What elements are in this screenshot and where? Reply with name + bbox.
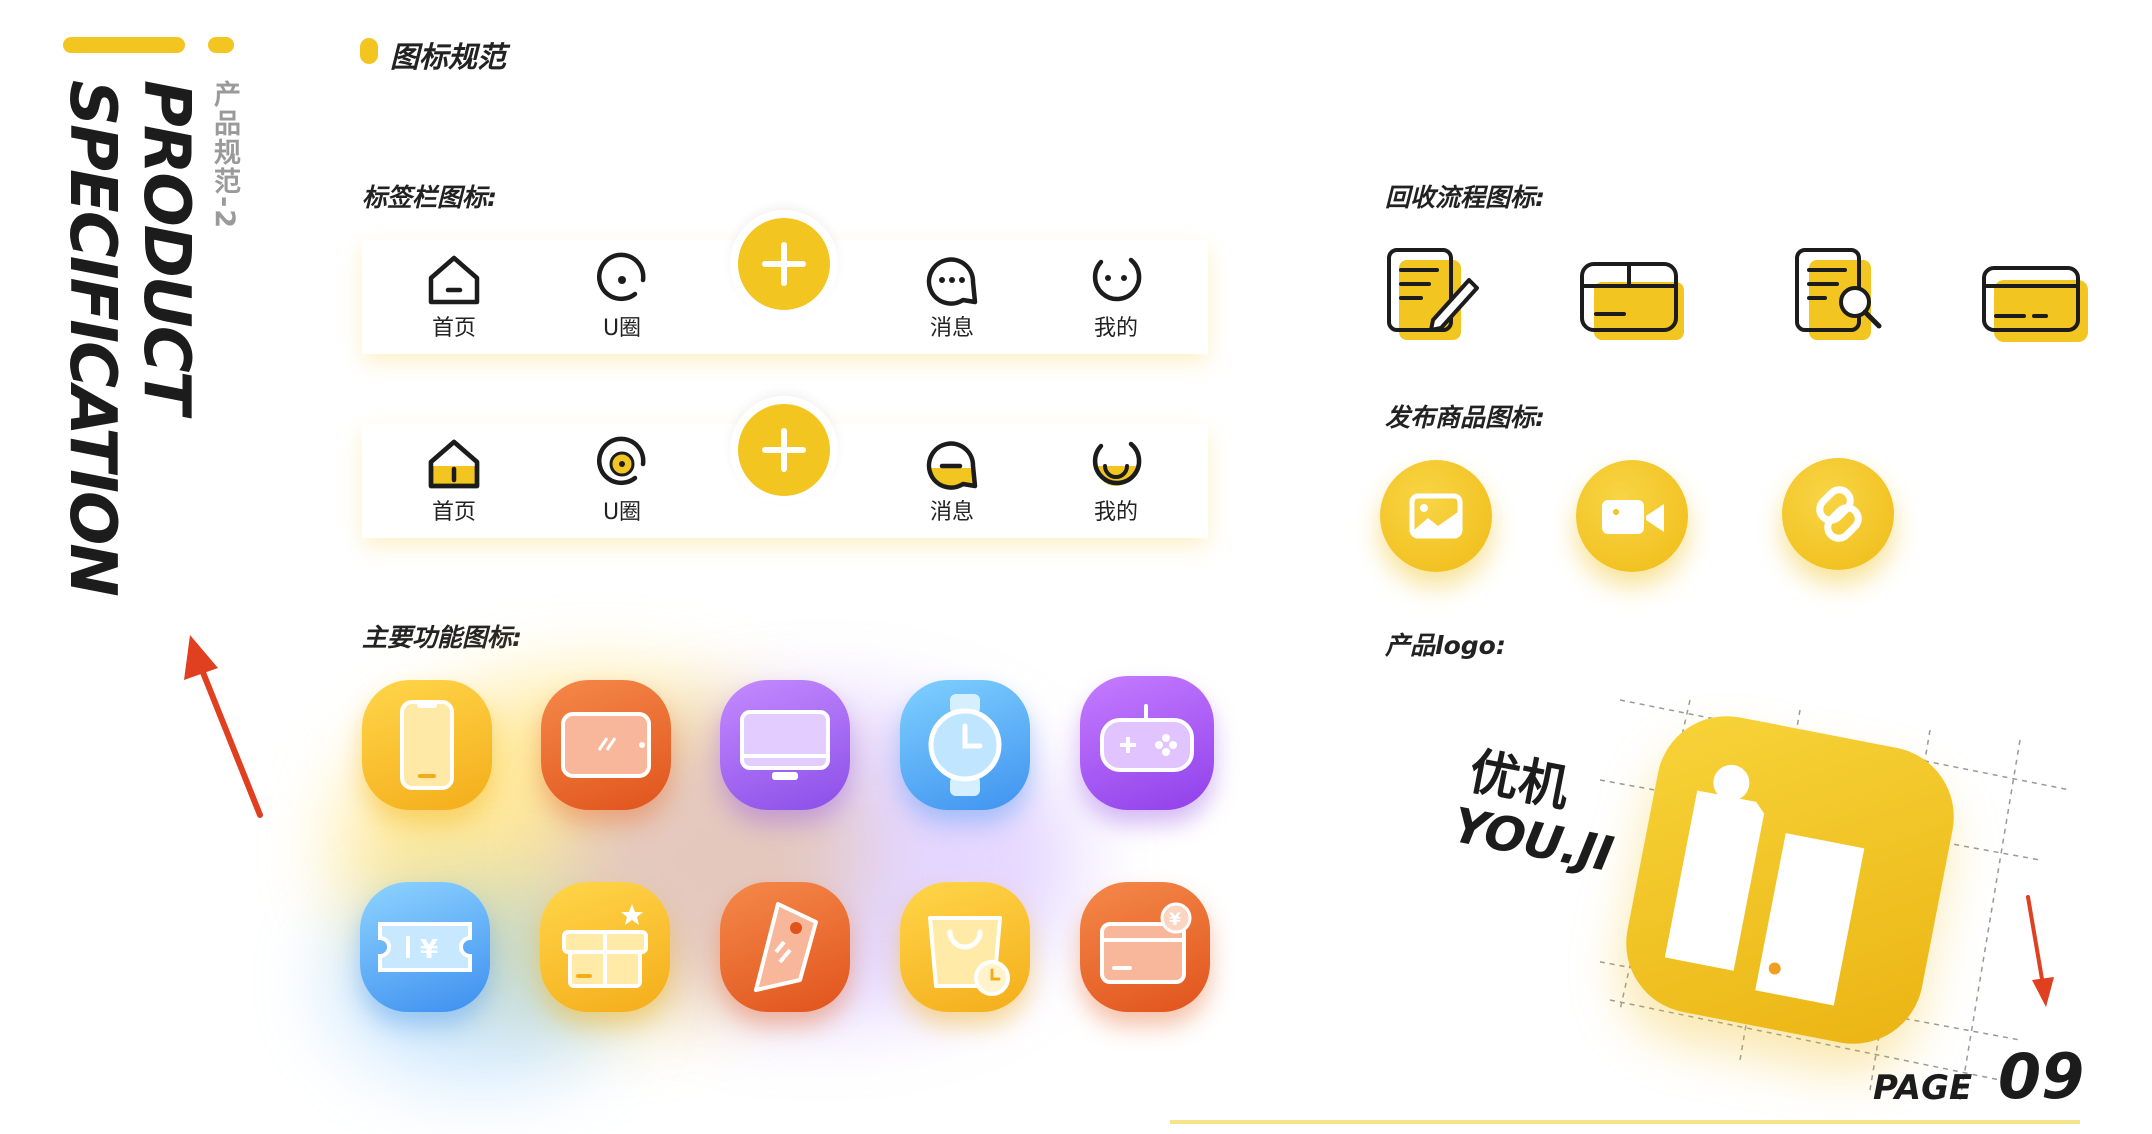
svg-text:¥: ¥ [420, 935, 438, 965]
video-icon [1602, 500, 1664, 534]
section-title-logo: 产品logo: [1385, 631, 1506, 660]
svg-text:¥: ¥ [1169, 910, 1181, 930]
phone-icon [400, 700, 454, 790]
u-circle-filled-icon [596, 436, 646, 486]
tab-home-active[interactable]: 首页 [394, 436, 514, 526]
tab-label-u-circle: U圈 [602, 316, 642, 341]
tab-profile[interactable]: 我的 [1056, 252, 1176, 342]
heading-dot [360, 38, 378, 64]
link-icon [1816, 486, 1862, 542]
accent-bar [63, 37, 185, 53]
gift-box-app-icon[interactable] [540, 882, 670, 1012]
image-icon [1409, 493, 1463, 539]
tablet-app-icon[interactable] [541, 680, 671, 810]
message-icon [926, 257, 978, 306]
section-title-main: 主要功能图标: [362, 623, 522, 652]
home-filled-icon [428, 439, 480, 489]
tab-u-circle[interactable]: U圈 [562, 252, 682, 342]
video-upload-button[interactable] [1576, 460, 1688, 572]
watch-app-icon[interactable] [900, 680, 1030, 810]
tab-label-profile: 我的 [1093, 316, 1138, 341]
tab-label-home-active: 首页 [431, 500, 476, 525]
home-icon [428, 255, 480, 305]
add-icon[interactable] [730, 396, 838, 504]
tag-app-icon[interactable] [720, 882, 850, 1012]
gamepad-icon [1100, 704, 1194, 772]
shopping-bag-app-icon[interactable] [900, 882, 1030, 1012]
annotation-arrow-up [184, 635, 263, 818]
section-title-recycle: 回收流程图标: [1385, 183, 1545, 212]
shopping-bag-icon [928, 916, 1010, 996]
tab-message-active[interactable]: 消息 [892, 436, 1012, 526]
wallet-app-icon[interactable]: ¥ [1080, 882, 1210, 1012]
message-filled-icon [926, 441, 978, 490]
edit-document-icon[interactable] [1385, 246, 1481, 346]
tab-label-home: 首页 [431, 316, 476, 341]
section-title-publish: 发布商品图标: [1385, 403, 1545, 432]
section-title-tabbar: 标签栏图标: [362, 183, 497, 212]
tab-label-message: 消息 [929, 316, 974, 341]
gamepad-app-icon[interactable] [1080, 676, 1214, 810]
image-upload-button[interactable] [1380, 460, 1492, 572]
search-document-icon[interactable] [1793, 246, 1889, 346]
tab-profile-active[interactable]: 我的 [1056, 436, 1176, 526]
profile-icon [1092, 257, 1142, 302]
tab-label-message-active: 消息 [929, 500, 974, 525]
card-icon[interactable] [1980, 262, 2092, 346]
tab-u-circle-active[interactable]: U圈 [562, 436, 682, 526]
profile-filled-icon [1092, 441, 1142, 486]
page-number: 09 [1998, 1040, 2085, 1113]
tab-label-u-circle-active: U圈 [602, 500, 642, 525]
vertical-subtitle: 产品规范-2 [209, 80, 240, 230]
accent-dot [208, 37, 234, 53]
page-heading: 图标规范 [390, 40, 507, 74]
phone-app-icon[interactable] [362, 680, 492, 810]
link-upload-button[interactable] [1782, 458, 1894, 570]
title-line-product: PRODUCT [129, 80, 203, 413]
tab-message[interactable]: 消息 [892, 252, 1012, 342]
footer-line [1170, 1120, 2080, 1124]
watch-icon [928, 694, 1002, 796]
u-circle-icon [596, 252, 646, 302]
title-line-specification: SPECIFICATION [55, 80, 129, 595]
tab-home[interactable]: 首页 [394, 252, 514, 342]
monitor-icon [740, 710, 830, 780]
vertical-title: PRODUCT SPECIFICATION [55, 80, 203, 660]
tab-label-profile-active: 我的 [1093, 500, 1138, 525]
tag-icon [754, 902, 818, 992]
gift-box-icon [562, 904, 648, 988]
ticket-icon: ¥ [378, 922, 472, 972]
wallet-card-icon: ¥ [1100, 902, 1192, 984]
logo-mark [1664, 764, 1865, 1006]
box-icon[interactable] [1578, 256, 1688, 346]
monitor-app-icon[interactable] [720, 680, 850, 810]
page-label: PAGE [1873, 1068, 1973, 1108]
add-icon[interactable] [730, 210, 838, 318]
ticket-app-icon[interactable]: ¥ [360, 882, 490, 1012]
tablet-icon [561, 712, 651, 778]
